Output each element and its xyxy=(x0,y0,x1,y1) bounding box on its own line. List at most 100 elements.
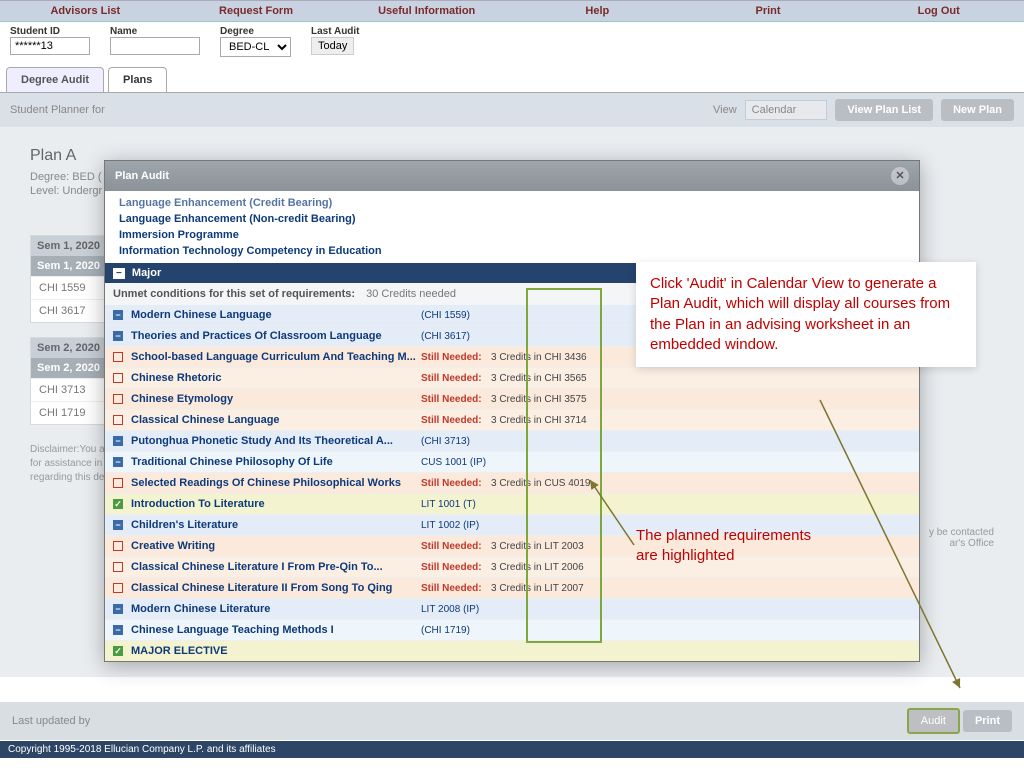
still-needed-label: Still Needed: xyxy=(421,352,491,363)
empty-box-icon xyxy=(113,478,123,488)
credits-needed: 30 Credits needed xyxy=(366,288,456,300)
link-immersion[interactable]: Immersion Programme xyxy=(105,227,919,243)
still-needed-label: Still Needed: xyxy=(421,562,491,573)
nav-useful[interactable]: Useful Information xyxy=(341,0,512,22)
degree-group: Degree BED-CL xyxy=(220,26,291,57)
collapse-icon[interactable]: − xyxy=(113,310,123,320)
course-name[interactable]: Creative Writing xyxy=(131,540,421,552)
link-lang-noncredit[interactable]: Language Enhancement (Non-credit Bearing… xyxy=(105,211,919,227)
search-row: Student ID Name Degree BED-CL Last Audit… xyxy=(0,22,1024,61)
empty-box-icon xyxy=(113,373,123,383)
course-name[interactable]: School-based Language Curriculum And Tea… xyxy=(131,351,421,363)
still-needed-label: Still Needed: xyxy=(421,583,491,594)
empty-box-icon xyxy=(113,541,123,551)
link-it-comp[interactable]: Information Technology Competency in Edu… xyxy=(105,243,919,259)
course-code[interactable]: LIT 2008 (IP) xyxy=(421,604,491,615)
course-code[interactable]: (CHI 1559) xyxy=(421,310,491,321)
course-name[interactable]: Putonghua Phonetic Study And Its Theoret… xyxy=(131,435,421,447)
audit-button[interactable]: Audit xyxy=(907,708,960,734)
course-code[interactable]: LIT 1002 (IP) xyxy=(421,520,491,531)
course-name[interactable]: Children's Literature xyxy=(131,519,421,531)
name-group: Name xyxy=(110,26,200,57)
new-plan-button[interactable]: New Plan xyxy=(941,99,1014,121)
annotation-audit: Click 'Audit' in Calendar View to genera… xyxy=(636,262,976,367)
requirement-row: −Modern Chinese LiteratureLIT 2008 (IP) xyxy=(105,599,919,620)
tab-row: Degree Audit Plans xyxy=(0,67,1024,93)
course-name[interactable]: MAJOR ELECTIVE xyxy=(131,645,421,657)
name-input[interactable] xyxy=(110,37,200,55)
requirement-row: Chinese RhetoricStill Needed:3 Credits i… xyxy=(105,368,919,389)
nav-logout[interactable]: Log Out xyxy=(853,0,1024,22)
collapse-icon[interactable]: − xyxy=(113,436,123,446)
student-id-label: Student ID xyxy=(10,26,90,37)
requirement-detail: 3 Credits in LIT 2007 xyxy=(491,583,911,594)
degree-select[interactable]: BED-CL xyxy=(220,37,291,57)
requirement-row: Classical Chinese LanguageStill Needed:3… xyxy=(105,410,919,431)
course-code[interactable]: LIT 1001 (T) xyxy=(421,499,491,510)
requirement-row: Chinese EtymologyStill Needed:3 Credits … xyxy=(105,389,919,410)
modal-title: Plan Audit xyxy=(115,170,169,182)
requirement-row: Classical Chinese Literature II From Son… xyxy=(105,578,919,599)
empty-box-icon xyxy=(113,415,123,425)
course-name[interactable]: Classical Chinese Literature I From Pre-… xyxy=(131,561,421,573)
disc-tail2: ar's Office xyxy=(949,538,994,549)
disc-3: regarding this deg xyxy=(30,472,110,483)
check-icon: ✓ xyxy=(113,499,123,509)
view-plan-list-button[interactable]: View Plan List xyxy=(835,99,933,121)
course-name[interactable]: Chinese Etymology xyxy=(131,393,421,405)
disc-2: for assistance in i xyxy=(30,458,107,469)
last-audit-label: Last Audit xyxy=(311,26,360,37)
course-name[interactable]: Classical Chinese Literature II From Son… xyxy=(131,582,421,594)
still-needed-label: Still Needed: xyxy=(421,373,491,384)
requirement-row: Selected Readings Of Chinese Philosophic… xyxy=(105,473,919,494)
nav-request[interactable]: Request Form xyxy=(171,0,342,22)
planner-prefix: Student Planner for xyxy=(10,104,105,116)
course-name[interactable]: Classical Chinese Language xyxy=(131,414,421,426)
course-code[interactable]: (CHI 3617) xyxy=(421,331,491,342)
course-code[interactable]: CUS 1001 (IP) xyxy=(421,457,491,468)
check-icon: ✓ xyxy=(113,646,123,656)
course-code[interactable]: (CHI 3713) xyxy=(421,436,491,447)
empty-box-icon xyxy=(113,394,123,404)
nav-advisors[interactable]: Advisors List xyxy=(0,0,171,22)
course-code[interactable]: (CHI 1719) xyxy=(421,625,491,636)
still-needed-label: Still Needed: xyxy=(421,478,491,489)
collapse-icon[interactable]: − xyxy=(113,604,123,614)
expand-icon[interactable]: − xyxy=(113,268,125,279)
course-name[interactable]: Selected Readings Of Chinese Philosophic… xyxy=(131,477,421,489)
student-id-input[interactable] xyxy=(10,37,90,55)
close-icon[interactable]: ✕ xyxy=(891,167,909,185)
requirement-detail: 3 Credits in CHI 3575 xyxy=(491,394,911,405)
course-name[interactable]: Chinese Rhetoric xyxy=(131,372,421,384)
tab-plans[interactable]: Plans xyxy=(108,67,167,92)
nav-print[interactable]: Print xyxy=(683,0,854,22)
print-button[interactable]: Print xyxy=(963,710,1012,732)
last-audit-group: Last Audit Today xyxy=(311,26,360,57)
last-updated: Last updated by xyxy=(12,715,90,727)
link-lang-credit[interactable]: Language Enhancement (Credit Bearing) xyxy=(105,195,919,211)
tab-degree-audit[interactable]: Degree Audit xyxy=(6,67,104,92)
course-name[interactable]: Modern Chinese Language xyxy=(131,309,421,321)
view-select[interactable]: Calendar xyxy=(745,100,828,120)
requirement-row: −Putonghua Phonetic Study And Its Theore… xyxy=(105,431,919,452)
collapse-icon[interactable]: − xyxy=(113,457,123,467)
course-name[interactable]: Traditional Chinese Philosophy Of Life xyxy=(131,456,421,468)
course-name[interactable]: Modern Chinese Literature xyxy=(131,603,421,615)
course-name[interactable]: Theories and Practices Of Classroom Lang… xyxy=(131,330,421,342)
collapse-icon[interactable]: − xyxy=(113,625,123,635)
empty-box-icon xyxy=(113,562,123,572)
empty-box-icon xyxy=(113,583,123,593)
course-name[interactable]: Introduction To Literature xyxy=(131,498,421,510)
top-navigation: Advisors List Request Form Useful Inform… xyxy=(0,0,1024,22)
collapse-icon[interactable]: − xyxy=(113,520,123,530)
major-label: Major xyxy=(132,267,161,279)
requirement-row: −Traditional Chinese Philosophy Of LifeC… xyxy=(105,452,919,473)
requirement-detail: 3 Credits in CUS 4019 xyxy=(491,478,911,489)
collapse-icon[interactable]: − xyxy=(113,331,123,341)
nav-help[interactable]: Help xyxy=(512,0,683,22)
modal-header: Plan Audit ✕ xyxy=(105,161,919,191)
view-label: View xyxy=(713,104,737,116)
course-name[interactable]: Chinese Language Teaching Methods I xyxy=(131,624,421,636)
requirement-row: ✓ MAJOR ELECTIVE xyxy=(105,641,919,661)
student-id-group: Student ID xyxy=(10,26,90,57)
